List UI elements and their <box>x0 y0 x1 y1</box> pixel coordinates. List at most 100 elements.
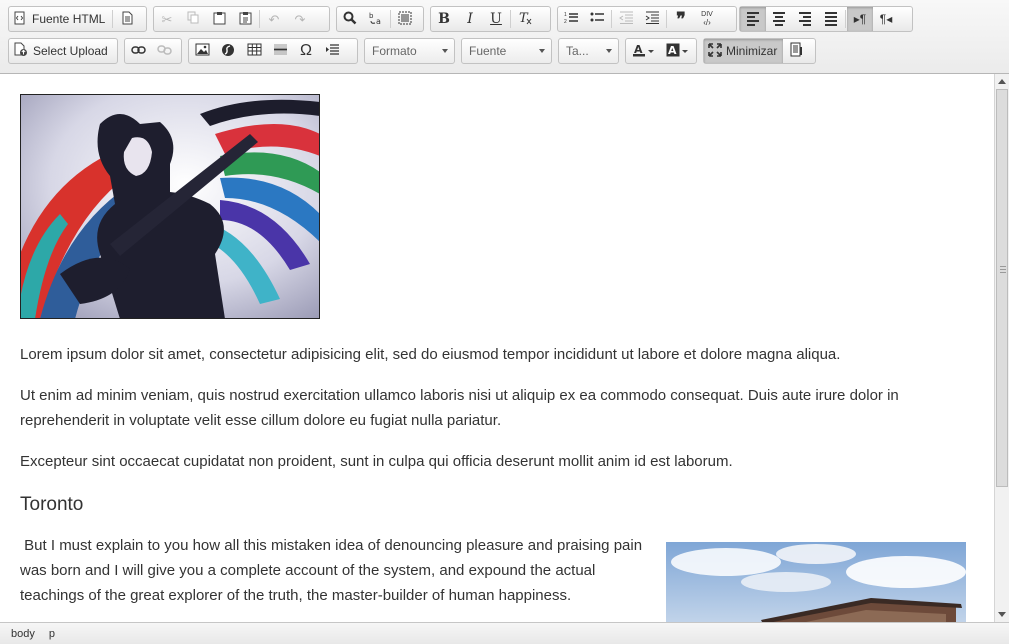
paragraph[interactable]: Lorem ipsum dolor sit amet, consectetur … <box>20 342 970 367</box>
table-button[interactable] <box>241 39 267 63</box>
paste-button[interactable] <box>206 7 232 31</box>
bold-button[interactable]: B <box>431 7 457 31</box>
separator <box>112 10 114 28</box>
remove-format-icon: T <box>518 11 533 28</box>
paste-text-icon <box>239 11 252 28</box>
bulleted-list-icon <box>590 11 605 27</box>
svg-text:b: b <box>369 12 374 20</box>
maximize-icon <box>708 42 722 60</box>
format-dropdown-label: Formato <box>372 44 417 58</box>
bulleted-list-button[interactable] <box>584 7 610 31</box>
search-icon <box>343 11 357 28</box>
editor-content[interactable]: Lorem ipsum dolor sit amet, consectetur … <box>0 74 994 622</box>
create-div-button[interactable]: DIV ‹/› <box>694 7 720 31</box>
background-color-icon: A <box>666 43 680 60</box>
clipboard-group: ✂ ↶ ↷ <box>153 6 330 32</box>
horizontal-rule-button[interactable] <box>267 39 293 63</box>
link-button[interactable] <box>125 39 151 63</box>
chevron-down-icon <box>606 49 612 53</box>
underline-button[interactable]: U <box>483 7 509 31</box>
align-right-button[interactable] <box>792 7 818 31</box>
grip-icon <box>1000 266 1006 275</box>
replace-button[interactable]: ba <box>363 7 389 31</box>
redo-button[interactable]: ↷ <box>287 7 313 31</box>
show-blocks-icon <box>789 42 804 60</box>
justify-button[interactable] <box>818 7 844 31</box>
text-color-button[interactable]: A <box>626 39 660 63</box>
div-icon: DIV ‹/› <box>701 11 713 27</box>
page-break-button[interactable] <box>319 39 345 63</box>
remove-format-button[interactable]: T <box>512 7 538 31</box>
indent-button[interactable] <box>639 7 665 31</box>
format-dropdown[interactable]: Formato <box>364 38 455 64</box>
blockquote-button[interactable]: ❞ <box>668 7 694 31</box>
unlink-button[interactable] <box>151 39 177 63</box>
separator <box>611 10 612 28</box>
italic-icon: I <box>467 11 473 27</box>
paste-text-button[interactable] <box>232 7 258 31</box>
numbered-list-button[interactable]: 12 <box>558 7 584 31</box>
path-item-p[interactable]: p <box>49 628 55 640</box>
scroll-down-arrow-icon[interactable] <box>998 612 1006 617</box>
paragraph[interactable]: Ut enim ad minim veniam, quis nostrud ex… <box>20 383 970 433</box>
separator <box>666 10 667 28</box>
align-left-button[interactable] <box>740 7 766 31</box>
upload-group: Select Upload <box>8 38 118 64</box>
scroll-up-arrow-icon[interactable] <box>998 79 1006 84</box>
templates-button[interactable] <box>114 7 140 31</box>
find-button[interactable] <box>337 7 363 31</box>
omega-icon: Ω <box>300 42 312 59</box>
paragraph[interactable]: Excepteur sint occaecat cupidatat non pr… <box>20 449 970 474</box>
scrollbar-thumb[interactable] <box>996 89 1008 487</box>
rtl-icon: ¶◂ <box>879 12 893 26</box>
size-dropdown-label: Ta... <box>566 44 589 58</box>
redo-icon: ↷ <box>294 11 306 27</box>
paste-icon <box>213 11 226 28</box>
guitarist-illustration-image[interactable] <box>20 94 320 319</box>
basic-styles-group: B I U T <box>430 6 551 32</box>
editor-toolbar: Fuente HTML ✂ ↶ ↷ ba B I U T 1 2 ❞ DIV ‹… <box>0 0 1009 74</box>
insert-group: Ω <box>188 38 358 64</box>
special-char-button[interactable]: Ω <box>293 39 319 63</box>
outdent-icon <box>618 11 634 27</box>
flash-button[interactable] <box>215 39 241 63</box>
undo-button[interactable]: ↶ <box>261 7 287 31</box>
cut-button[interactable]: ✂ <box>154 7 180 31</box>
outdent-button[interactable] <box>613 7 639 31</box>
undo-icon: ↶ <box>268 11 280 27</box>
italic-button[interactable]: I <box>457 7 483 31</box>
vertical-scrollbar[interactable] <box>994 74 1009 622</box>
align-center-icon <box>773 12 785 26</box>
link-icon <box>130 44 146 58</box>
rtl-button[interactable]: ¶◂ <box>873 7 899 31</box>
select-all-button[interactable] <box>392 7 418 31</box>
page-break-icon <box>325 43 340 59</box>
align-right-icon <box>799 12 811 26</box>
chevron-down-icon <box>442 49 448 53</box>
paragraph[interactable]: But I must explain to you how all this m… <box>20 533 648 608</box>
image-icon <box>195 43 210 59</box>
maximize-button[interactable]: Minimizar <box>704 39 784 63</box>
text-color-icon: A <box>632 43 646 60</box>
svg-text:a: a <box>376 17 381 25</box>
align-left-icon <box>747 12 759 26</box>
tools-group: Minimizar <box>703 38 816 64</box>
source-button[interactable]: Fuente HTML <box>9 7 111 31</box>
background-color-button[interactable]: A <box>660 39 694 63</box>
section-heading[interactable]: Toronto <box>20 494 83 516</box>
show-blocks-button[interactable] <box>783 39 809 63</box>
font-dropdown[interactable]: Fuente <box>461 38 552 64</box>
ltr-button[interactable]: ▸¶ <box>847 7 873 31</box>
align-center-button[interactable] <box>766 7 792 31</box>
image-button[interactable] <box>189 39 215 63</box>
svg-text:1: 1 <box>564 12 567 18</box>
select-upload-button[interactable]: Select Upload <box>9 39 114 63</box>
paragraph-group: 12 ❞ DIV ‹/› <box>557 6 737 32</box>
copy-button[interactable] <box>180 7 206 31</box>
svg-text:2: 2 <box>564 19 567 24</box>
document-icon <box>121 11 134 28</box>
size-dropdown[interactable]: Ta... <box>558 38 619 64</box>
source-button-label: Fuente HTML <box>32 12 106 26</box>
path-item-body[interactable]: body <box>11 628 35 640</box>
toronto-building-image[interactable] <box>666 542 966 622</box>
